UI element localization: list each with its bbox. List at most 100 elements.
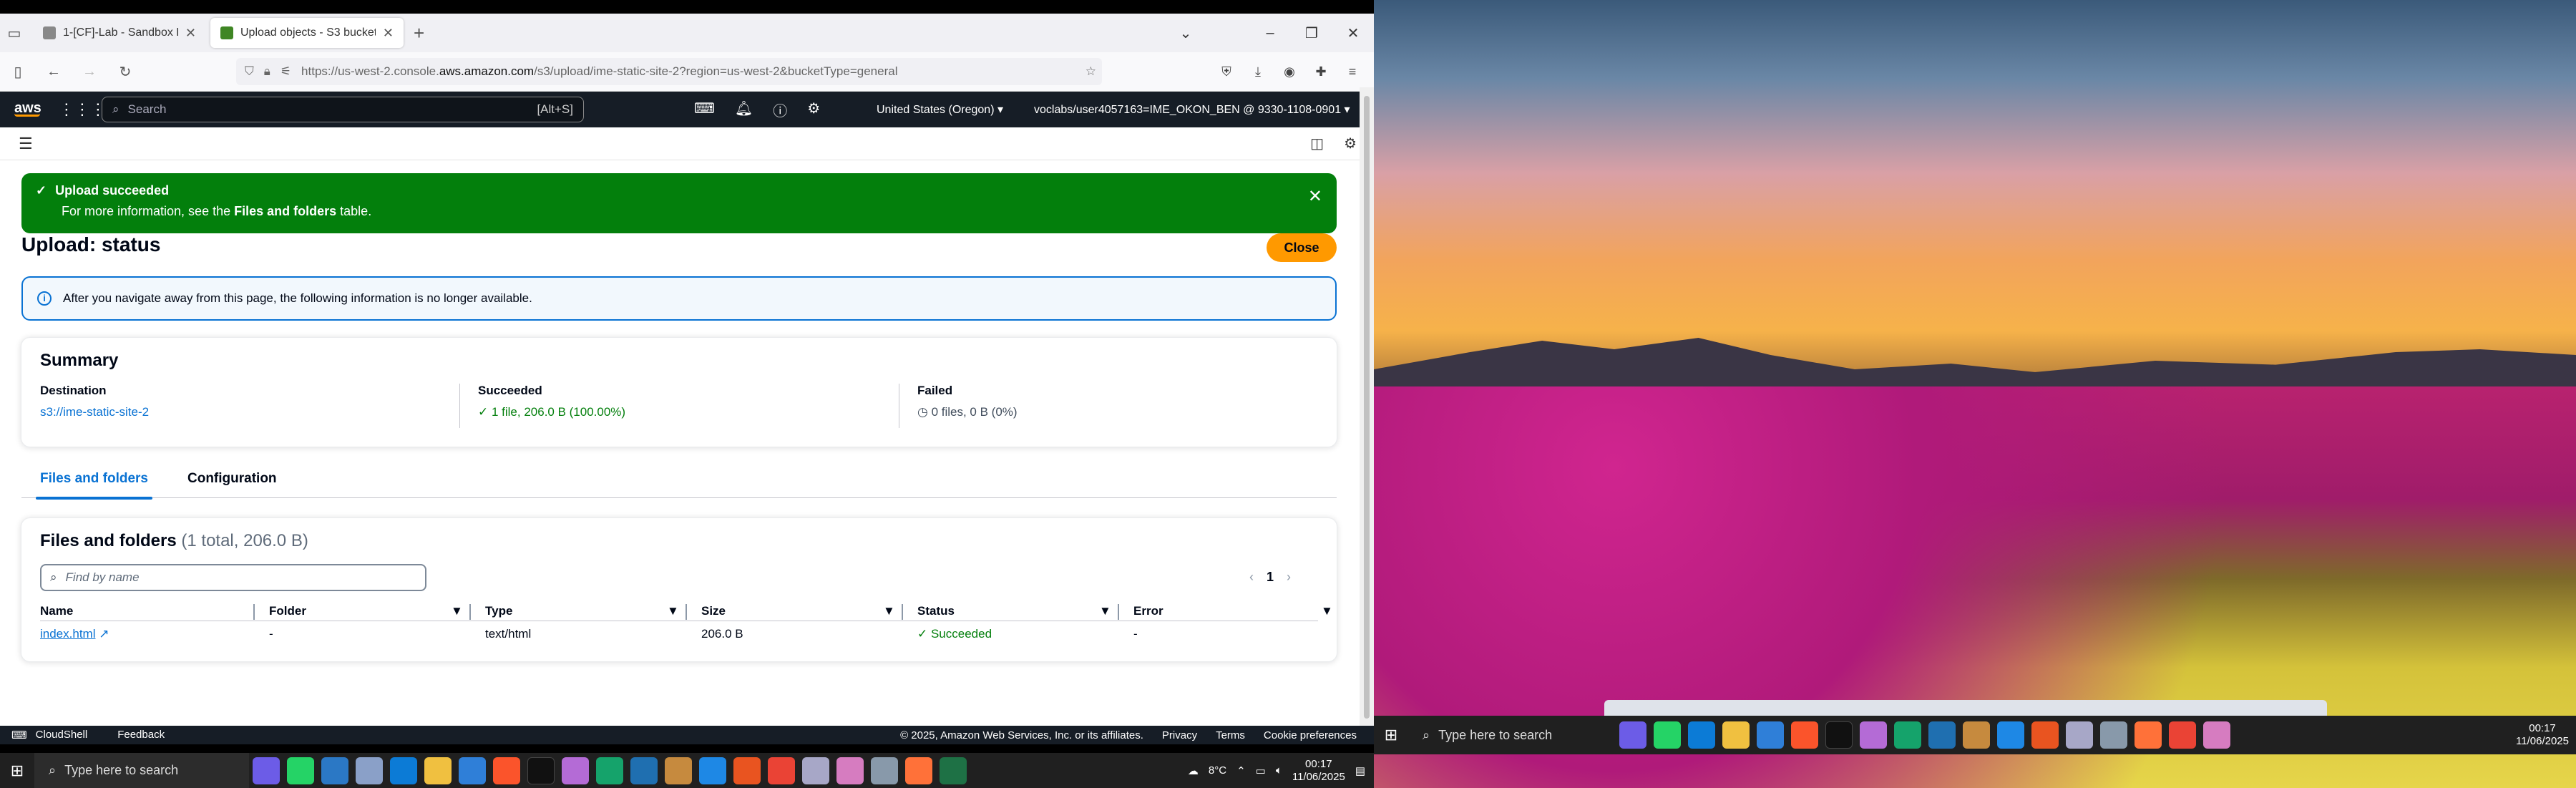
edge-icon[interactable] (390, 757, 417, 784)
col-name[interactable]: Name (40, 604, 73, 618)
app-icon[interactable] (871, 757, 898, 784)
app-icon[interactable] (836, 757, 864, 784)
col-folder[interactable]: Folder (269, 604, 306, 618)
task-view-icon[interactable] (1619, 721, 1646, 749)
app-icon[interactable] (2066, 721, 2093, 749)
cookie-preferences-link[interactable]: Cookie preferences (1264, 729, 1357, 741)
app-icon[interactable] (1860, 721, 1887, 749)
page-scrollbar[interactable] (1360, 87, 1374, 726)
tab-configuration[interactable]: Configuration (187, 471, 277, 487)
close-window-icon[interactable]: ✕ (1332, 24, 1374, 42)
feedback-link[interactable]: Feedback (117, 729, 165, 741)
forward-icon[interactable]: → (72, 64, 107, 80)
new-tab-icon[interactable]: + (414, 22, 424, 44)
clock[interactable]: 00:17 11/06/2025 (1292, 758, 1345, 784)
file-link[interactable]: index.html (40, 627, 95, 641)
aws-logo[interactable]: aws (14, 101, 42, 117)
calculator-icon[interactable] (1757, 721, 1784, 749)
app-icon[interactable] (562, 757, 589, 784)
col-type[interactable]: Type (485, 604, 512, 618)
sort-icon[interactable]: ▼ (1321, 604, 1333, 618)
tab-upload-objects[interactable]: Upload objects - S3 bucket ime ✕ (210, 18, 404, 48)
close-button[interactable]: Close (1267, 233, 1337, 262)
volume-icon[interactable]: 🔈︎ (1276, 764, 1282, 777)
grammarly-icon[interactable] (596, 757, 623, 784)
col-resizer[interactable] (902, 604, 903, 620)
privacy-link[interactable]: Privacy (1162, 729, 1197, 741)
whatsapp-icon[interactable] (287, 757, 314, 784)
scroll-thumb[interactable] (1364, 96, 1370, 719)
close-tab-icon[interactable]: ✕ (185, 26, 196, 41)
col-resizer[interactable] (686, 604, 687, 620)
dismiss-icon[interactable]: ✕ (1308, 186, 1322, 207)
network-icon[interactable]: ▭ (1256, 764, 1266, 777)
bell-icon[interactable]: 🔔︎ (735, 99, 753, 120)
search-input[interactable]: ⌕ Search [Alt+S] (102, 97, 584, 122)
app-icon[interactable] (1963, 721, 1990, 749)
chrome-icon[interactable] (768, 757, 795, 784)
windows-start-icon[interactable]: ⊞ (0, 762, 34, 780)
file-explorer-icon[interactable] (1722, 721, 1750, 749)
taskbar-search[interactable]: ⌕ Type here to search (34, 753, 249, 788)
tiktok-icon[interactable] (527, 757, 555, 784)
onedrive-icon[interactable] (1997, 721, 2024, 749)
preferences-icon[interactable]: ⚙ (1344, 135, 1357, 152)
reload-icon[interactable]: ↻ (107, 63, 143, 81)
file-name-cell[interactable]: index.html ↗ (40, 627, 109, 641)
brave-icon[interactable] (493, 757, 520, 784)
sort-icon[interactable]: ▼ (883, 604, 895, 618)
terms-link[interactable]: Terms (1216, 729, 1245, 741)
account-icon[interactable]: ◉ (1275, 64, 1304, 79)
firefox-icon[interactable] (905, 757, 932, 784)
prev-page-icon[interactable]: ‹ (1249, 570, 1254, 585)
weather-icon[interactable]: ☁ (1188, 764, 1199, 777)
col-size[interactable]: Size (701, 604, 726, 618)
app-icon[interactable] (630, 757, 658, 784)
settings-gear-icon[interactable]: ⚙ (807, 99, 820, 120)
app-icon[interactable] (2100, 721, 2127, 749)
downloads-icon[interactable]: ⤓ (1244, 64, 1272, 79)
tab-overflow-icon[interactable]: ⌄ (1165, 24, 1206, 42)
windows-start-icon[interactable]: ⊞ (1374, 726, 1408, 744)
onedrive-icon[interactable] (699, 757, 726, 784)
whatsapp-icon[interactable] (1654, 721, 1681, 749)
weather-temp[interactable]: 8°C (1209, 764, 1226, 777)
tab-sandbox[interactable]: 1-[CF]-Lab - Sandbox Environm ✕ (33, 18, 206, 48)
sidebar-toggle-icon[interactable]: ▯ (0, 63, 36, 81)
cloudshell-link[interactable]: CloudShell (36, 729, 88, 741)
page-number[interactable]: 1 (1267, 570, 1274, 585)
edge-icon[interactable] (1688, 721, 1715, 749)
app-icon[interactable] (1928, 721, 1956, 749)
restore-icon[interactable]: ❐ (1291, 24, 1332, 42)
file-explorer-icon[interactable] (424, 757, 452, 784)
region-selector[interactable]: United States (Oregon) ▾ (877, 102, 1003, 117)
app-icon[interactable] (802, 757, 829, 784)
col-resizer[interactable] (1118, 604, 1119, 620)
account-menu[interactable]: voclabs/user4057163=IME_OKON_BEN @ 9330-… (1034, 102, 1350, 117)
app-icon[interactable] (356, 757, 383, 784)
notification-icon[interactable]: ▤ (1355, 764, 1365, 777)
app-icon[interactable] (665, 757, 692, 784)
next-page-icon[interactable]: › (1287, 570, 1291, 585)
sort-icon[interactable]: ▼ (1099, 604, 1111, 618)
calculator-icon[interactable] (459, 757, 486, 784)
photos-icon[interactable] (321, 757, 348, 784)
address-bar[interactable]: ⛉ 🔒︎ ⚟ https://us-west-2.console.aws.ama… (236, 58, 1102, 85)
hamburger-menu-icon[interactable]: ☰ (19, 135, 33, 153)
task-view-icon[interactable] (253, 757, 280, 784)
tray-chevron-icon[interactable]: ⌃ (1236, 764, 1246, 777)
menu-icon[interactable]: ≡ (1338, 64, 1367, 79)
bookmark-star-icon[interactable]: ☆ (1085, 64, 1096, 79)
app-icon[interactable] (733, 757, 761, 784)
clock[interactable]: 00:17 11/06/2025 (2516, 722, 2569, 748)
app-icon[interactable] (2203, 721, 2230, 749)
find-by-name-input[interactable]: ⌕ Find by name (40, 564, 426, 591)
close-tab-icon[interactable]: ✕ (383, 26, 394, 41)
tab-files-and-folders[interactable]: Files and folders (36, 471, 152, 500)
extensions-icon[interactable]: ✚ (1307, 64, 1335, 79)
sort-icon[interactable]: ▼ (667, 604, 679, 618)
help-icon[interactable]: ⓘ (773, 99, 787, 120)
chrome-icon[interactable] (2169, 721, 2196, 749)
cloudshell-icon[interactable]: ⌨ (694, 99, 715, 120)
brave-icon[interactable] (1791, 721, 1818, 749)
